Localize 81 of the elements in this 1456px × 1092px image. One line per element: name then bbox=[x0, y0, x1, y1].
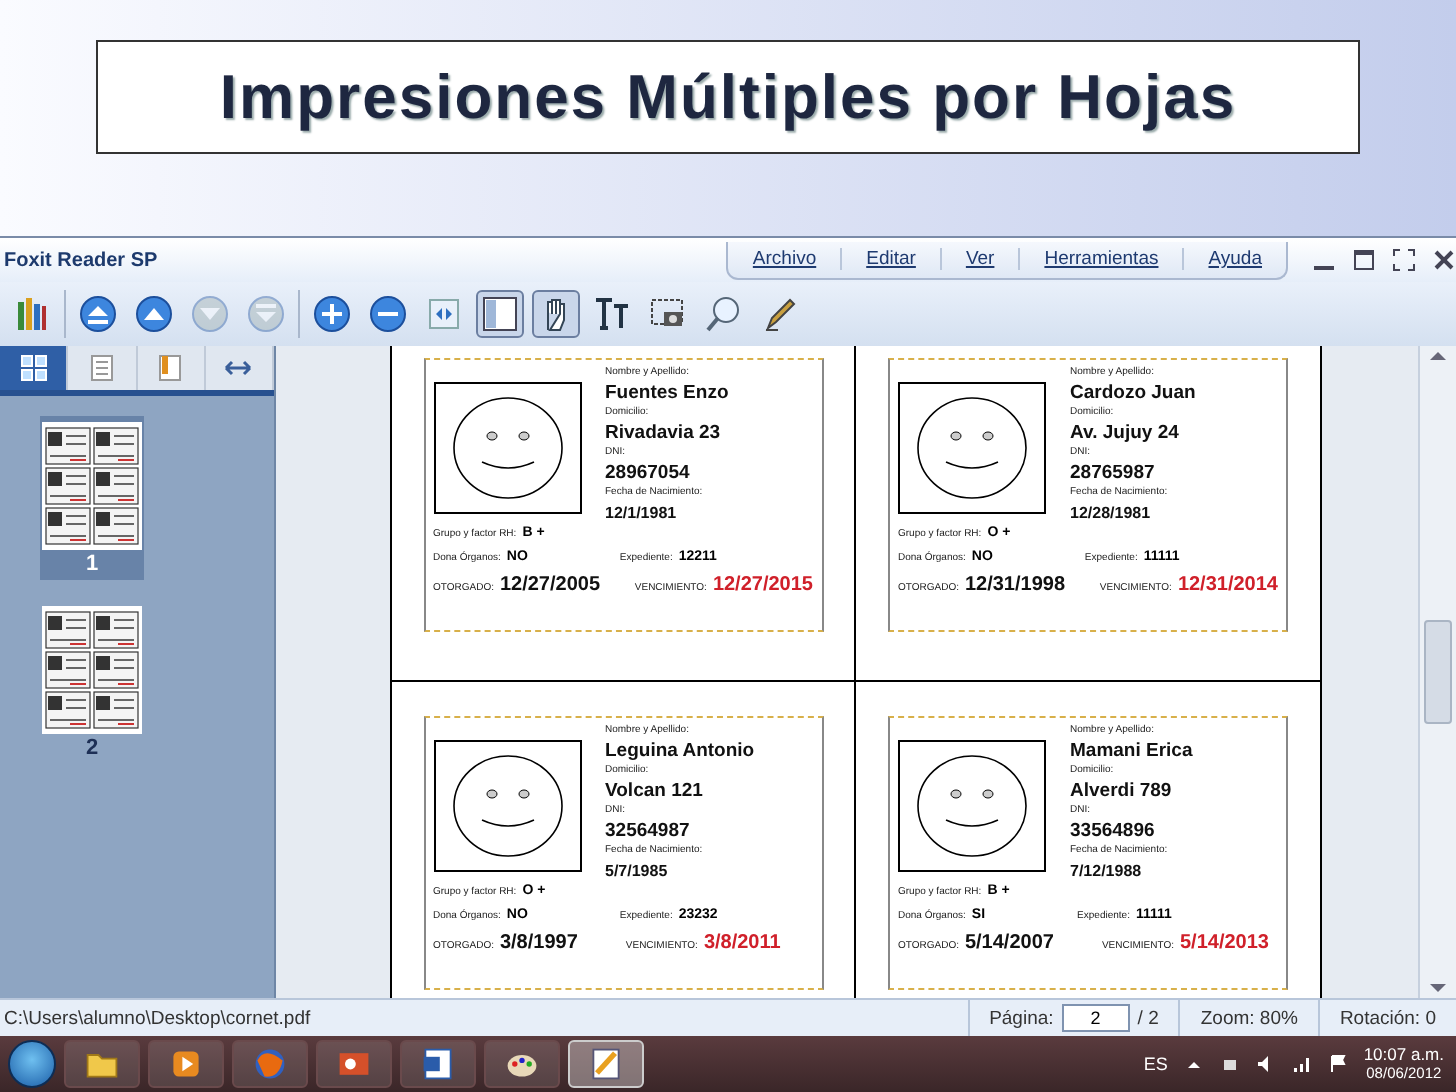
document-pen-icon bbox=[588, 1046, 624, 1082]
toolbar-button[interactable] bbox=[308, 290, 356, 338]
slide-title: Impresiones Múltiples por Hojas bbox=[96, 40, 1360, 154]
start-button[interactable] bbox=[8, 1040, 56, 1088]
page-preview-drawing bbox=[42, 606, 142, 734]
menu-item[interactable]: Editar bbox=[842, 248, 942, 270]
field-value: Leguina Antonio bbox=[605, 738, 755, 764]
menu-item[interactable]: Archivo bbox=[728, 248, 843, 270]
field-value: 33564896 bbox=[1070, 818, 1157, 844]
page-number-field[interactable]: 2 bbox=[1061, 1004, 1130, 1032]
fit-width-icon bbox=[424, 294, 464, 334]
field-value: 3/8/2011 bbox=[703, 932, 781, 954]
network-icon bbox=[1219, 1054, 1240, 1074]
toolbar-button[interactable] bbox=[364, 290, 412, 338]
toolbar-button[interactable] bbox=[532, 290, 580, 338]
zoom-in-icon bbox=[312, 294, 352, 334]
field-value: 5/7/1985 bbox=[605, 860, 670, 884]
panel-tab[interactable] bbox=[0, 346, 69, 390]
page-thumbnail[interactable]: 2 bbox=[40, 600, 144, 764]
search-icon bbox=[704, 294, 744, 334]
field-value: Volcan 121 bbox=[605, 778, 705, 804]
field-value: Mamani Erica bbox=[1070, 738, 1193, 764]
bookmark-icon bbox=[156, 354, 185, 382]
previous-page-icon bbox=[134, 294, 174, 334]
field-value: Av. Jujuy 24 bbox=[1070, 420, 1181, 446]
field-value: 3/8/1997 bbox=[499, 932, 578, 954]
scrollbar-thumb[interactable] bbox=[1424, 620, 1452, 724]
signal-bars-icon bbox=[1291, 1054, 1312, 1074]
play-icon bbox=[168, 1046, 204, 1082]
field-value: Cardozo Juan bbox=[1070, 380, 1196, 406]
restore-icon[interactable] bbox=[1352, 248, 1376, 272]
field-value: 12/28/1981 bbox=[1070, 502, 1153, 526]
close-icon[interactable] bbox=[1432, 248, 1456, 272]
globe-icon bbox=[252, 1046, 288, 1082]
next-page-icon bbox=[190, 294, 230, 334]
field-value: 12/27/2015 bbox=[712, 574, 813, 596]
toolbar-button[interactable] bbox=[476, 290, 524, 338]
page-preview-drawing bbox=[42, 422, 142, 550]
taskbar-app-button[interactable] bbox=[316, 1040, 392, 1088]
page-list-icon bbox=[87, 354, 116, 382]
field-value: Fuentes Enzo bbox=[605, 380, 729, 406]
taskbar-app-button[interactable] bbox=[484, 1040, 560, 1088]
taskbar-app-button[interactable] bbox=[64, 1040, 140, 1088]
field-value: 28967054 bbox=[605, 460, 692, 486]
text-select-icon bbox=[592, 294, 632, 334]
menu-item[interactable]: Ayuda bbox=[1184, 248, 1286, 270]
page-total: / 2 bbox=[1137, 1007, 1159, 1029]
field-value: 5/14/2013 bbox=[1180, 932, 1269, 954]
file-path: C:\Users\alumno\Desktop\cornet.pdf bbox=[2, 1007, 313, 1029]
toolbar-button[interactable] bbox=[74, 290, 122, 338]
zoom-out-icon bbox=[368, 294, 408, 334]
app-title: Foxit Reader SP bbox=[2, 249, 160, 271]
taskbar-app-button[interactable] bbox=[148, 1040, 224, 1088]
page-thumbnail[interactable]: 1 bbox=[40, 416, 144, 580]
books-icon bbox=[12, 294, 52, 334]
field-value: Alverdi 789 bbox=[1070, 778, 1174, 804]
thumbnails-icon bbox=[19, 354, 48, 382]
menu-item[interactable]: Herramientas bbox=[1020, 248, 1185, 270]
field-value: 12/31/2014 bbox=[1177, 574, 1278, 596]
field-value: 12/1/1981 bbox=[605, 502, 679, 526]
page-label: Página: bbox=[989, 1007, 1054, 1029]
field-value: 12/27/2005 bbox=[499, 574, 601, 596]
field-value: 28765987 bbox=[1070, 460, 1157, 486]
menu-item[interactable]: Ver bbox=[941, 248, 1021, 270]
language-indicator[interactable]: ES bbox=[1143, 1054, 1168, 1074]
flag-icon bbox=[1327, 1054, 1348, 1074]
zoom-level: Zoom: 80% bbox=[1200, 1007, 1298, 1029]
field-value: 12/31/1998 bbox=[964, 574, 1066, 596]
document-icon bbox=[420, 1046, 456, 1082]
field-value: 7/12/1988 bbox=[1070, 860, 1144, 884]
first-page-icon bbox=[78, 294, 118, 334]
rotation-status: Rotación: 0 bbox=[1339, 1007, 1436, 1029]
field-value: 32564987 bbox=[605, 818, 692, 844]
last-page-icon bbox=[246, 294, 286, 334]
pen-icon bbox=[760, 294, 800, 334]
field-value: Rivadavia 23 bbox=[605, 420, 723, 446]
maximize-icon[interactable] bbox=[1392, 248, 1416, 272]
single-page-icon bbox=[480, 294, 520, 334]
toolbar-button[interactable] bbox=[130, 290, 178, 338]
field-value: 5/14/2007 bbox=[964, 932, 1054, 954]
taskbar-app-button[interactable] bbox=[400, 1040, 476, 1088]
